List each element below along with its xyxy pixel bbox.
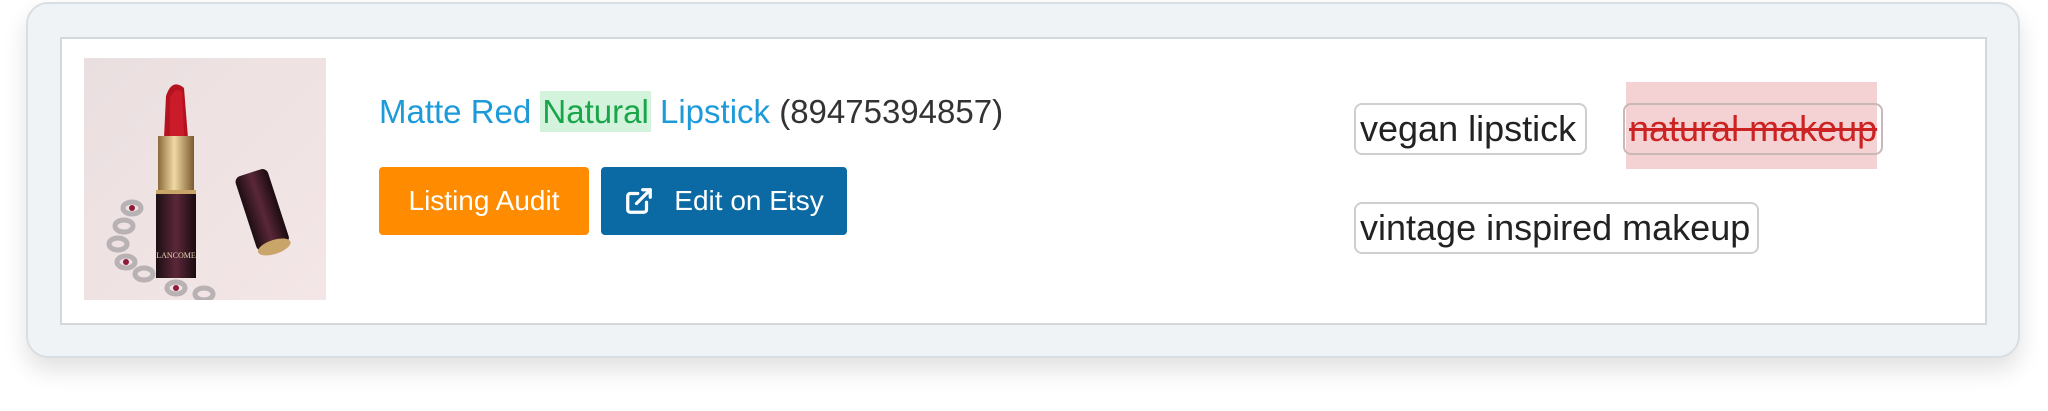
listing-title-link[interactable]: Matte Red Natural Lipstick xyxy=(379,91,770,132)
tag-natural-makeup-removed[interactable]: natural makeup xyxy=(1623,103,1883,155)
tag-label: vegan lipstick xyxy=(1360,108,1577,149)
edit-on-etsy-label: Edit on Etsy xyxy=(674,185,824,216)
listing-audit-button[interactable]: Listing Audit xyxy=(379,167,589,235)
tag-label: natural makeup xyxy=(1629,108,1878,149)
listing-title: Matte Red Natural Lipstick (89475394857) xyxy=(379,88,1003,136)
tag-vintage-inspired-makeup[interactable]: vintage inspired makeup xyxy=(1354,202,1759,254)
lancome-logo-text: LANCOME xyxy=(156,251,196,260)
listing-id: (89475394857) xyxy=(779,93,1004,130)
title-part-after[interactable]: Lipstick xyxy=(660,93,770,130)
product-thumbnail[interactable]: LANCOME xyxy=(84,58,326,300)
title-keyword-highlight[interactable]: Natural xyxy=(540,91,651,132)
tag-label: vintage inspired makeup xyxy=(1360,207,1751,248)
listing-row xyxy=(60,37,1987,325)
listing-audit-label: Listing Audit xyxy=(408,185,560,216)
tag-vegan-lipstick[interactable]: vegan lipstick xyxy=(1354,103,1587,155)
external-link-icon xyxy=(624,186,654,216)
edit-on-etsy-button[interactable]: Edit on Etsy xyxy=(601,167,847,235)
title-part-before[interactable]: Matte Red xyxy=(379,93,531,130)
